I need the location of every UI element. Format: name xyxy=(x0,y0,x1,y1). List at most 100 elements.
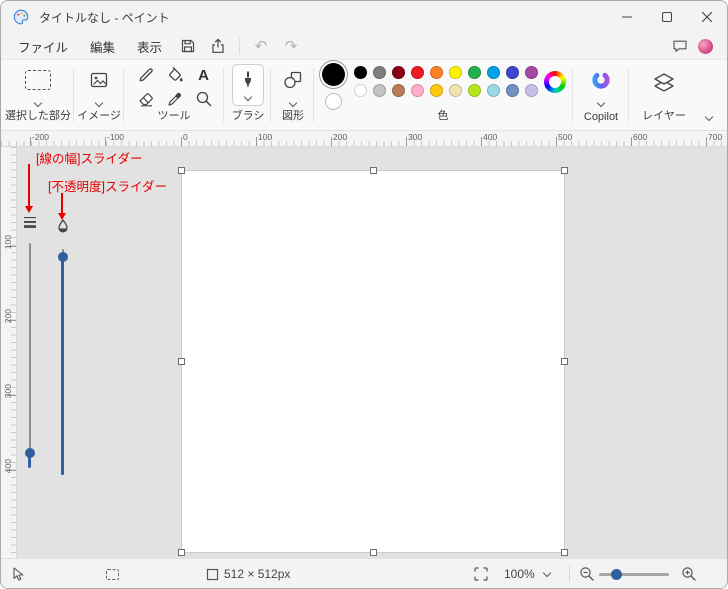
ribbon-group-shapes: 図形 xyxy=(273,60,313,130)
menu-file[interactable]: ファイル xyxy=(7,34,79,59)
selection-tool-button[interactable] xyxy=(25,67,51,93)
ribbon: 選択した部分 イメージ A ツール ブラシ 図形 色 Copilot レイヤー xyxy=(1,59,727,131)
palette-swatch[interactable] xyxy=(411,66,424,79)
layers-icon xyxy=(654,73,674,92)
shapes-button[interactable] xyxy=(283,67,303,93)
ruler-label: -100 xyxy=(107,132,125,142)
resize-handle[interactable] xyxy=(561,549,568,556)
menubar-divider xyxy=(239,38,241,54)
ruler-label: -200 xyxy=(32,132,50,142)
palette-swatch[interactable] xyxy=(468,84,481,97)
palette-swatch[interactable] xyxy=(354,66,367,79)
account-badge-icon[interactable] xyxy=(698,38,713,54)
text-tool-button[interactable]: A xyxy=(190,64,217,86)
zoom-slider-thumb[interactable] xyxy=(611,569,622,580)
vertical-ruler: 100 200 300 400 xyxy=(1,147,17,560)
ruler-label: 400 xyxy=(483,132,498,142)
palette-swatch[interactable] xyxy=(373,66,386,79)
palette-swatch[interactable] xyxy=(354,84,367,97)
opacity-icon xyxy=(57,219,68,233)
ruler-label: 500 xyxy=(558,132,573,142)
line-width-slider[interactable] xyxy=(21,213,38,473)
color-palette xyxy=(354,66,538,97)
zoom-out-icon[interactable] xyxy=(579,566,595,582)
palette-swatch[interactable] xyxy=(525,84,538,97)
resize-handle[interactable] xyxy=(369,167,377,174)
palette-swatch[interactable] xyxy=(468,66,481,79)
zoom-slider[interactable] xyxy=(599,569,669,580)
chevron-down-icon xyxy=(596,98,606,108)
resize-handle[interactable] xyxy=(561,167,568,174)
image-icon xyxy=(90,72,108,88)
palette-swatch[interactable] xyxy=(373,84,386,97)
zoom-dropdown[interactable]: 100% xyxy=(495,563,559,585)
resize-handle[interactable] xyxy=(178,358,185,365)
slider-thumb[interactable] xyxy=(24,448,35,458)
brushes-button[interactable] xyxy=(232,64,264,106)
redo-button[interactable]: ↷ xyxy=(276,35,306,57)
chevron-down-icon xyxy=(94,98,104,108)
color1-swatch[interactable] xyxy=(322,63,345,86)
close-icon xyxy=(702,12,712,22)
copilot-dropdown[interactable] xyxy=(596,98,606,108)
eyedropper-icon xyxy=(167,92,181,106)
share-button[interactable] xyxy=(203,35,233,57)
resize-handle[interactable] xyxy=(369,549,377,556)
ruler-ticks xyxy=(11,147,16,560)
palette-swatch[interactable] xyxy=(430,66,443,79)
ribbon-collapse-button[interactable] xyxy=(699,108,719,124)
opacity-slider[interactable] xyxy=(54,217,71,483)
save-button[interactable] xyxy=(173,35,203,57)
layers-button[interactable] xyxy=(652,67,676,99)
layers-group-label: レイヤー xyxy=(642,110,686,122)
slider-thumb[interactable] xyxy=(57,252,68,262)
palette-swatch[interactable] xyxy=(449,66,462,79)
ruler-label: 300 xyxy=(408,132,423,142)
statusbar-divider xyxy=(569,566,570,582)
minimize-button[interactable] xyxy=(607,1,647,33)
copilot-button[interactable] xyxy=(591,67,611,93)
menu-view[interactable]: 表示 xyxy=(126,34,173,59)
tools-grid: A xyxy=(132,64,217,110)
maximize-button[interactable] xyxy=(647,1,687,33)
ribbon-group-selection: 選択した部分 xyxy=(5,60,71,130)
statusbar: 512 × 512px 100% xyxy=(1,558,727,588)
palette-swatch[interactable] xyxy=(430,84,443,97)
selection-rect-icon xyxy=(25,70,51,90)
resize-handle[interactable] xyxy=(178,549,185,556)
eraser-icon xyxy=(138,93,153,107)
undo-button[interactable]: ↶ xyxy=(246,35,276,57)
fit-to-screen-icon[interactable] xyxy=(473,566,489,582)
palette-swatch[interactable] xyxy=(525,66,538,79)
canvas[interactable] xyxy=(178,167,568,556)
resize-handle[interactable] xyxy=(178,167,185,174)
chevron-down-icon xyxy=(33,98,43,108)
pencil-tool-button[interactable] xyxy=(132,64,159,86)
palette-swatch[interactable] xyxy=(506,66,519,79)
minimize-icon xyxy=(622,16,632,18)
ruler-label: 600 xyxy=(633,132,648,142)
palette-swatch[interactable] xyxy=(506,84,519,97)
menu-edit[interactable]: 編集 xyxy=(79,34,126,59)
palette-swatch[interactable] xyxy=(487,84,500,97)
image-button[interactable] xyxy=(89,67,109,93)
palette-swatch[interactable] xyxy=(449,84,462,97)
zoom-in-icon[interactable] xyxy=(681,566,697,582)
window-controls xyxy=(607,1,727,33)
feedback-icon[interactable] xyxy=(672,38,688,54)
fill-bucket-icon xyxy=(168,66,183,82)
slider-track[interactable] xyxy=(28,243,31,467)
edit-colors-button[interactable] xyxy=(544,71,566,93)
palette-swatch[interactable] xyxy=(392,66,405,79)
opacity-annotation: [不透明度]スライダー xyxy=(48,180,167,194)
palette-swatch[interactable] xyxy=(487,66,500,79)
opacity-annotation-arrow xyxy=(58,193,66,220)
fill-tool-button[interactable] xyxy=(161,64,188,86)
colors-group-label: 色 xyxy=(437,110,449,122)
palette-swatch[interactable] xyxy=(392,84,405,97)
close-button[interactable] xyxy=(687,1,727,33)
line-width-annotation: [線の幅]スライダー xyxy=(36,152,143,166)
horizontal-ruler: -200 -100 0 100 200 300 400 500 600 700 xyxy=(1,131,727,147)
palette-swatch[interactable] xyxy=(411,84,424,97)
resize-handle[interactable] xyxy=(561,358,568,365)
